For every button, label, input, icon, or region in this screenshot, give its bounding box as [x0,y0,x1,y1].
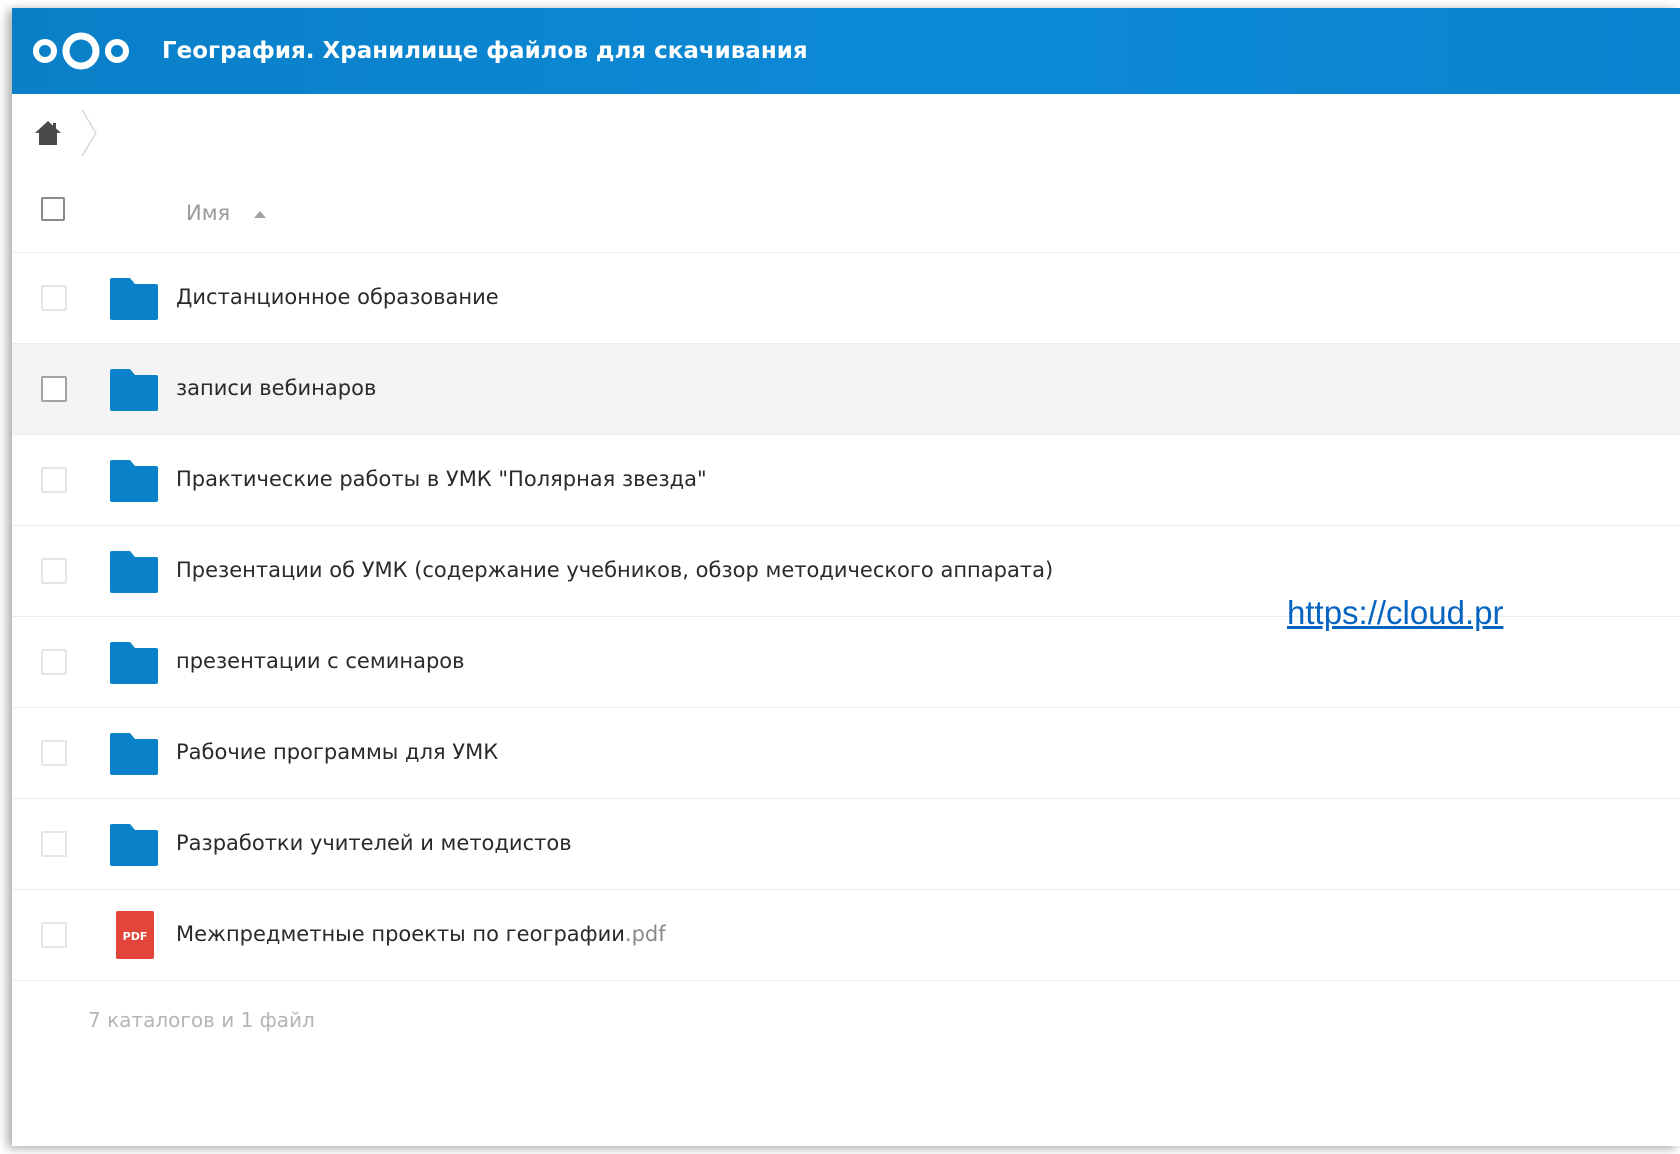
file-summary: 7 каталогов и 1 файл [88,1008,315,1032]
row-checkbox[interactable] [41,285,67,311]
file-name[interactable]: Практические работы в УМК "Полярная звез… [176,467,707,491]
file-row[interactable]: Дистанционное образование [12,253,1680,344]
file-row[interactable]: Рабочие программы для УМК [12,708,1680,799]
file-basename: Межпредметные проекты по географии [176,922,625,946]
file-list-header: Имя [12,174,1680,253]
file-row[interactable]: записи вебинаров [12,344,1680,435]
row-checkbox[interactable] [41,558,67,584]
file-name[interactable]: Дистанционное образование [176,285,499,309]
file-basename: Рабочие программы для УМК [176,740,499,764]
pdf-icon-label: PDF [123,930,148,943]
file-basename: Практические работы в УМК "Полярная звез… [176,467,707,491]
folder-icon [110,369,158,411]
file-name[interactable]: презентации с семинаров [176,649,465,673]
app-title: География. Хранилище файлов для скачиван… [162,38,808,64]
name-column-header[interactable]: Имя [186,201,230,225]
file-extension: .pdf [624,922,666,946]
pdf-file-icon: PDF [116,911,154,959]
nextcloud-logo-icon[interactable] [30,30,132,72]
file-row[interactable]: Практические работы в УМК "Полярная звез… [12,435,1680,526]
folder-icon [110,278,158,320]
file-basename: Разработки учителей и методистов [176,831,572,855]
file-name[interactable]: Презентации об УМК (содержание учебников… [176,558,1053,582]
row-checkbox[interactable] [41,376,67,402]
files-window: География. Хранилище файлов для скачиван… [12,8,1680,1146]
folder-icon [110,551,158,593]
row-checkbox[interactable] [41,831,67,857]
file-basename: записи вебинаров [176,376,377,400]
breadcrumb [12,94,1680,174]
breadcrumb-separator-icon [81,109,97,157]
file-basename: Дистанционное образование [176,285,499,309]
file-name[interactable]: записи вебинаров [176,376,376,400]
slide-stage: География. Хранилище файлов для скачиван… [0,0,1680,1154]
folder-icon [110,642,158,684]
row-checkbox[interactable] [41,922,67,948]
row-checkbox[interactable] [41,649,67,675]
folder-icon [110,824,158,866]
file-name[interactable]: Межпредметные проекты по географии.pdf [176,922,666,946]
row-checkbox[interactable] [41,467,67,493]
file-name[interactable]: Рабочие программы для УМК [176,740,498,764]
home-icon[interactable] [34,120,62,146]
sort-ascending-icon[interactable] [254,211,266,218]
file-basename: Презентации об УМК (содержание учебников… [176,558,1054,582]
file-name[interactable]: Разработки учителей и методистов [176,831,572,855]
app-header: География. Хранилище файлов для скачиван… [12,8,1680,94]
file-row[interactable]: Разработки учителей и методистов [12,799,1680,890]
file-row[interactable]: PDF Межпредметные проекты по географии.pd… [12,890,1680,981]
folder-icon [110,733,158,775]
row-checkbox[interactable] [41,740,67,766]
select-all-checkbox[interactable] [41,197,65,221]
cloud-url-link[interactable]: https://cloud.pr [1287,594,1503,632]
folder-icon [110,460,158,502]
file-basename: презентации с семинаров [176,649,465,673]
